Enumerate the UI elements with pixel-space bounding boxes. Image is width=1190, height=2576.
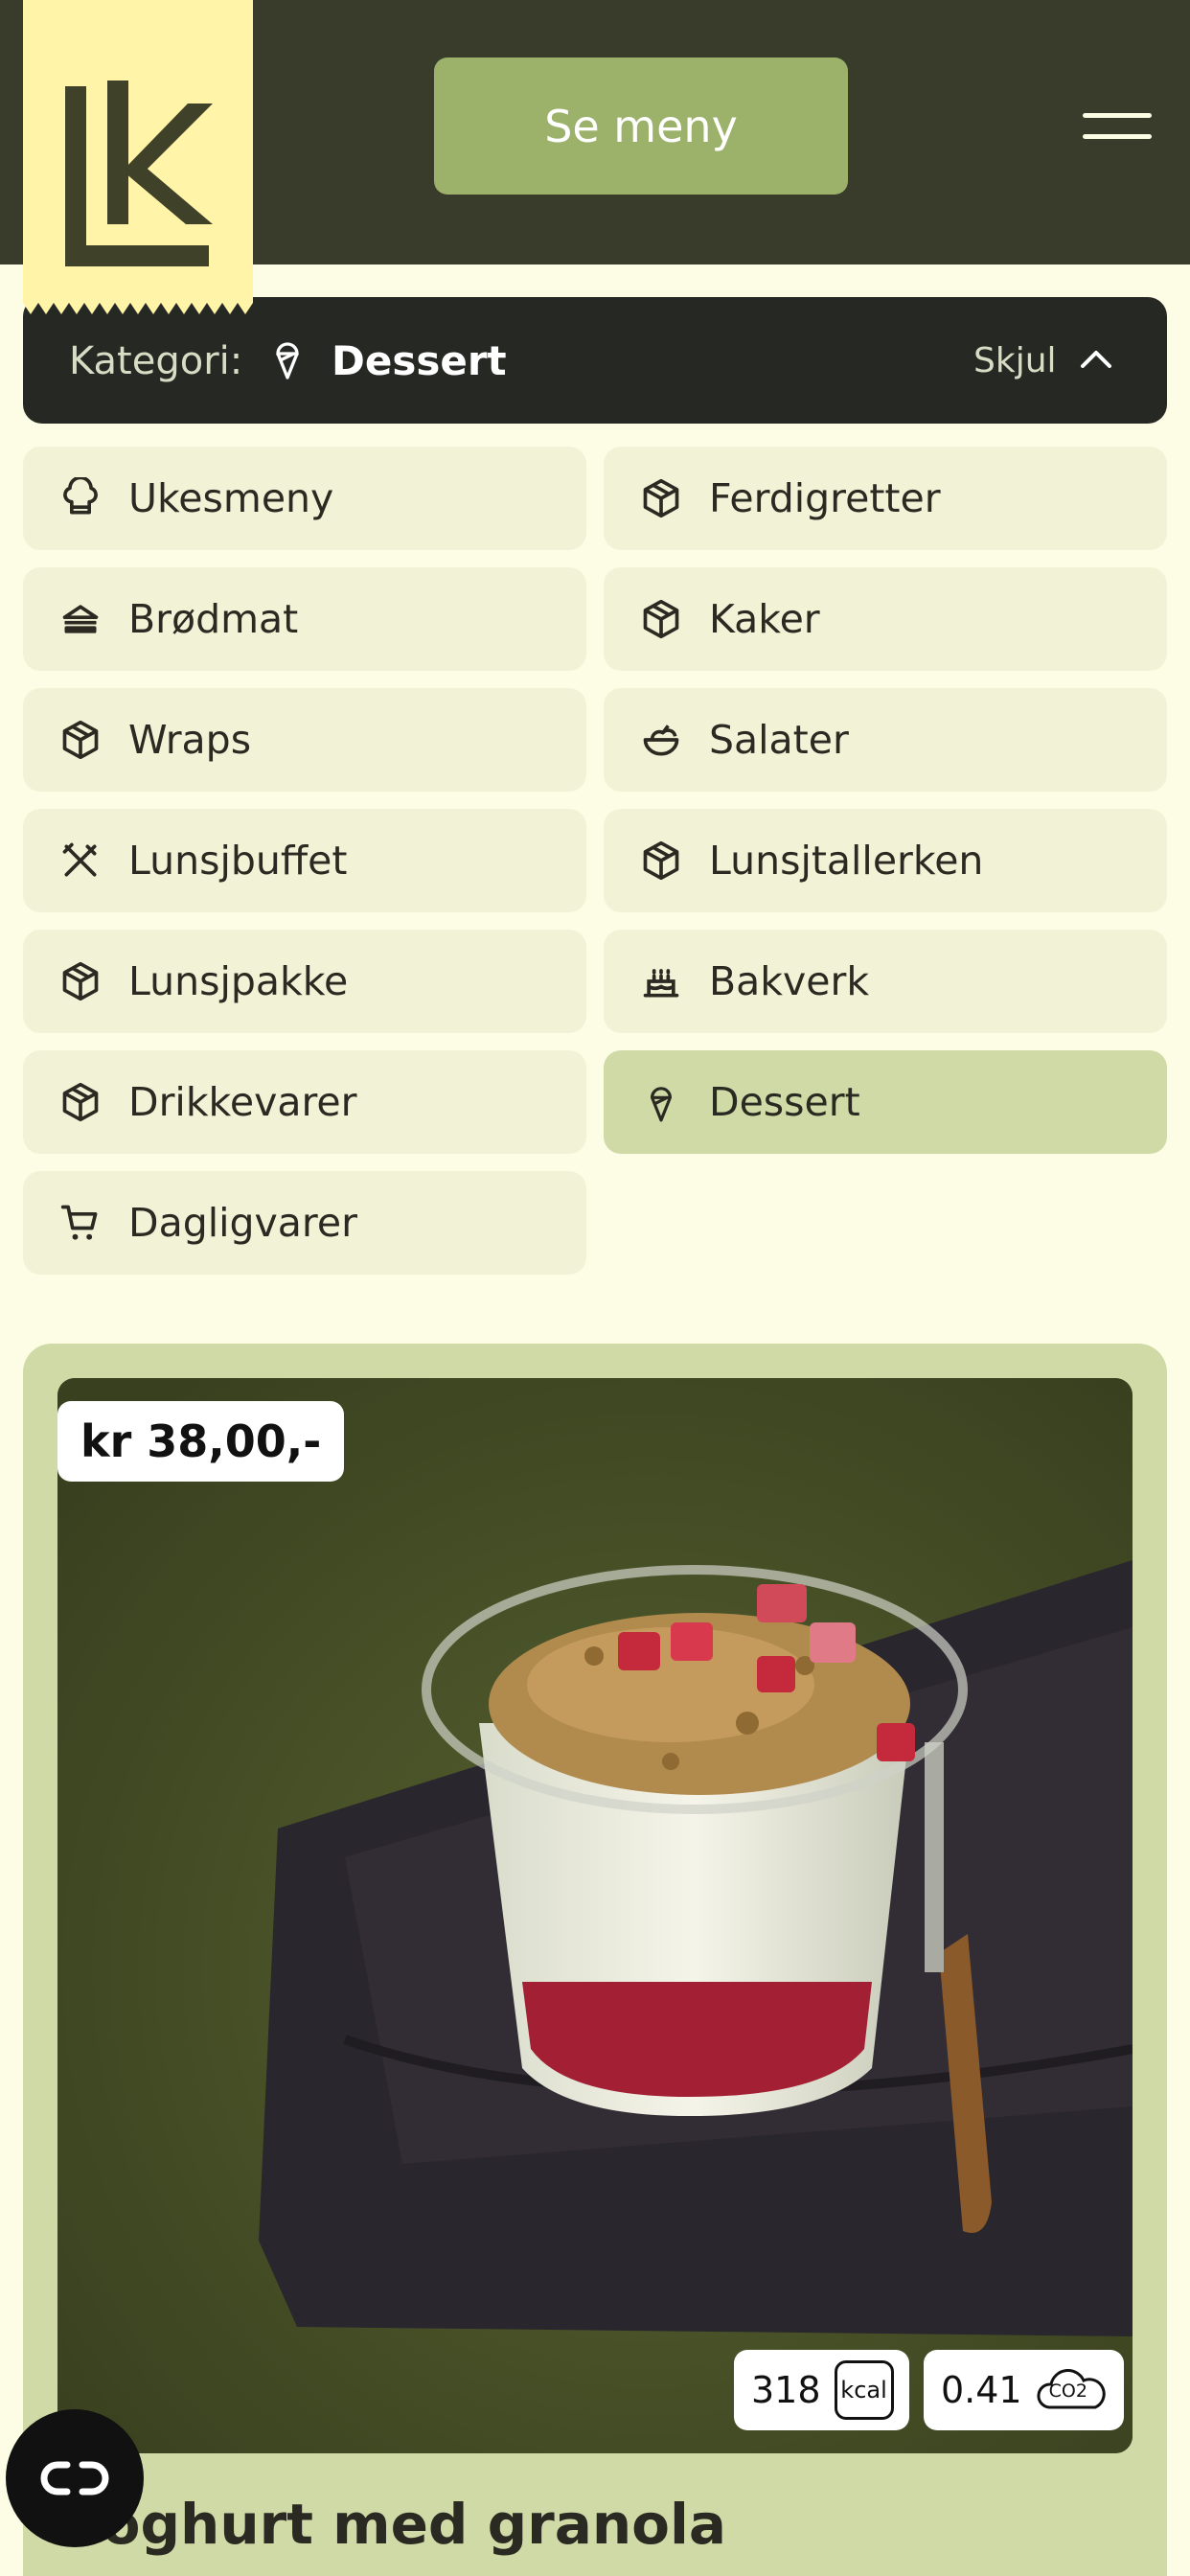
chat-fab-button[interactable] [6,2409,144,2547]
category-tile-ferdigretter[interactable]: Ferdigretter [604,447,1167,550]
category-label: Salater [709,717,849,763]
product-title[interactable]: Yoghurt med granola [67,2492,726,2557]
category-label: Kaker [709,596,820,642]
category-label: Ukesmeny [128,475,334,521]
category-label: Bakverk [709,958,870,1004]
category-label: Lunsjbuffet [128,838,348,884]
box-icon [62,720,99,760]
selected-category: Dessert [332,337,507,384]
category-label: Ferdigretter [709,475,941,521]
category-label: Kategori: [69,339,243,383]
box-icon [62,961,99,1001]
ice-cream-icon [651,1087,672,1122]
logo[interactable] [23,0,253,314]
kcal-badge: 318 kcal [734,2350,909,2430]
category-label: Dessert [709,1079,860,1125]
category-tile-lunsjtallerken[interactable]: Lunsjtallerken [604,809,1167,912]
salad-icon [643,724,679,756]
price-tag: kr 38,00,- [57,1401,345,1482]
category-label: Lunsjpakke [128,958,349,1004]
chevron-up-icon[interactable] [1077,339,1115,378]
kcal-unit-icon: kcal [834,2360,894,2420]
sandwich-icon [62,605,99,633]
lk-logo-icon [65,80,213,266]
box-icon [643,599,679,639]
box-icon [62,1082,99,1122]
yoghurt-photo-illustration [57,1378,1133,2453]
category-tile-drikkevarer[interactable]: Drikkevarer [23,1050,586,1154]
ice-cream-icon [276,342,299,380]
category-tile-kaker[interactable]: Kaker [604,567,1167,671]
co2-badge: 0.41 CO2 [924,2350,1124,2430]
category-tile-lunsjpakke[interactable]: Lunsjpakke [23,930,586,1033]
cake-icon [643,969,679,998]
category-tile-ukesmeny[interactable]: Ukesmeny [23,447,586,550]
see-menu-button[interactable]: Se meny [434,58,848,195]
cart-icon [60,1205,98,1240]
logo-zigzag-edge [23,301,253,314]
category-label: Dagligvarer [128,1200,357,1246]
category-label: Wraps [128,717,252,763]
category-label: Drikkevarer [128,1079,357,1125]
chat-link-icon [40,2461,109,2496]
category-tile-wraps[interactable]: Wraps [23,688,586,792]
hide-categories-button[interactable]: Skjul [973,341,1057,380]
category-label: Brødmat [128,596,299,642]
kcal-value: 318 [751,2369,821,2411]
category-tile-dagligvarer[interactable]: Dagligvarer [23,1171,586,1275]
category-tile-dessert[interactable]: Dessert [604,1050,1167,1154]
category-tile-bakverk[interactable]: Bakverk [604,930,1167,1033]
category-label: Lunsjtallerken [709,838,984,884]
category-tile-brodmat[interactable]: Brødmat [23,567,586,671]
utensils-crossed-icon [62,842,97,877]
category-tile-lunsjbuffet[interactable]: Lunsjbuffet [23,809,586,912]
hamburger-menu-icon[interactable] [1083,107,1156,146]
co2-cloud-icon: CO2 [1036,2367,1109,2413]
box-icon [643,840,679,881]
co2-value: 0.41 [941,2369,1022,2411]
category-tile-salater[interactable]: Salater [604,688,1167,792]
box-icon [643,478,679,518]
product-image[interactable] [57,1378,1133,2453]
chef-hat-icon [63,477,98,515]
